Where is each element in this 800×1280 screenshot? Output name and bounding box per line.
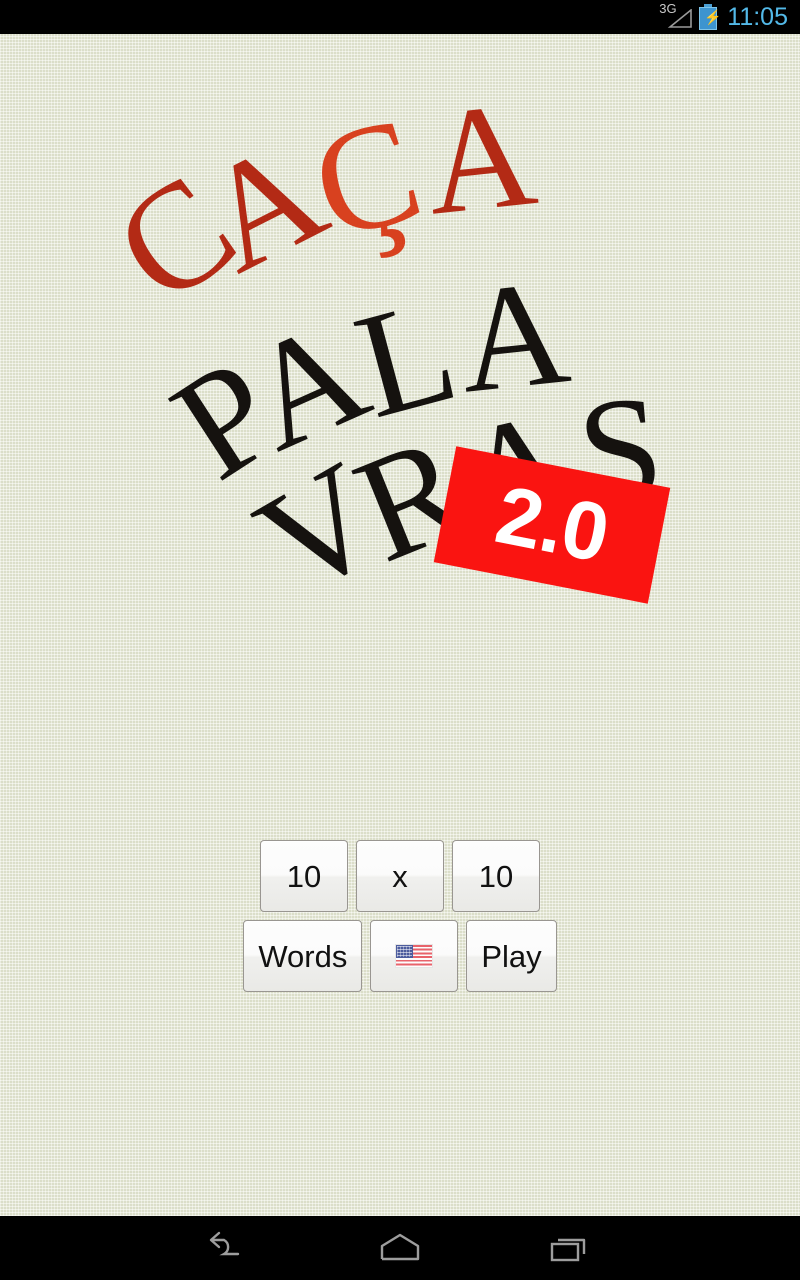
play-button[interactable]: Play xyxy=(466,920,557,992)
multiply-symbol-label: x xyxy=(392,858,408,894)
grid-height-button[interactable]: 10 xyxy=(452,840,540,912)
grid-width-label: 10 xyxy=(286,858,322,894)
action-row: Words Play xyxy=(0,920,800,992)
app-content: CAÇA PALA VRAS 2.0 10 x 1 xyxy=(0,34,800,1216)
grid-width-button[interactable]: 10 xyxy=(260,840,348,912)
words-button[interactable]: Words xyxy=(243,920,363,992)
android-nav-bar xyxy=(0,1216,800,1280)
controls-panel: 10 x 10 Words Play xyxy=(0,840,800,992)
recents-icon xyxy=(550,1238,586,1262)
play-button-label: Play xyxy=(481,938,542,974)
signal-triangle-icon: 3G xyxy=(659,2,693,30)
grid-size-row: 10 x 10 xyxy=(0,840,800,912)
app-logo: CAÇA PALA VRAS 2.0 xyxy=(0,34,800,634)
multiply-separator: x xyxy=(356,840,444,912)
home-button[interactable] xyxy=(340,1216,460,1280)
device-screen: 3G ⚡ 11:05 CAÇA PALA VRAS 2.0 xyxy=(0,0,800,1280)
home-icon xyxy=(380,1233,420,1261)
recents-button[interactable] xyxy=(510,1216,630,1280)
back-button[interactable] xyxy=(170,1216,290,1280)
words-button-label: Words xyxy=(258,938,348,974)
battery-charging-icon: ⚡ xyxy=(699,4,722,30)
flag-canton xyxy=(396,945,414,958)
status-bar: 3G ⚡ 11:05 xyxy=(0,0,800,34)
status-bar-clock: 11:05 xyxy=(727,2,788,31)
language-button[interactable] xyxy=(370,920,459,992)
us-flag-icon xyxy=(395,944,434,968)
version-badge-label: 2.0 xyxy=(488,469,616,580)
back-icon xyxy=(209,1231,240,1256)
charging-bolt-icon: ⚡ xyxy=(704,9,722,25)
logo-line-caca: CAÇA xyxy=(86,70,546,335)
grid-height-label: 10 xyxy=(478,858,514,894)
logo-letter: A xyxy=(418,70,546,247)
signal-bars-icon xyxy=(668,9,693,28)
